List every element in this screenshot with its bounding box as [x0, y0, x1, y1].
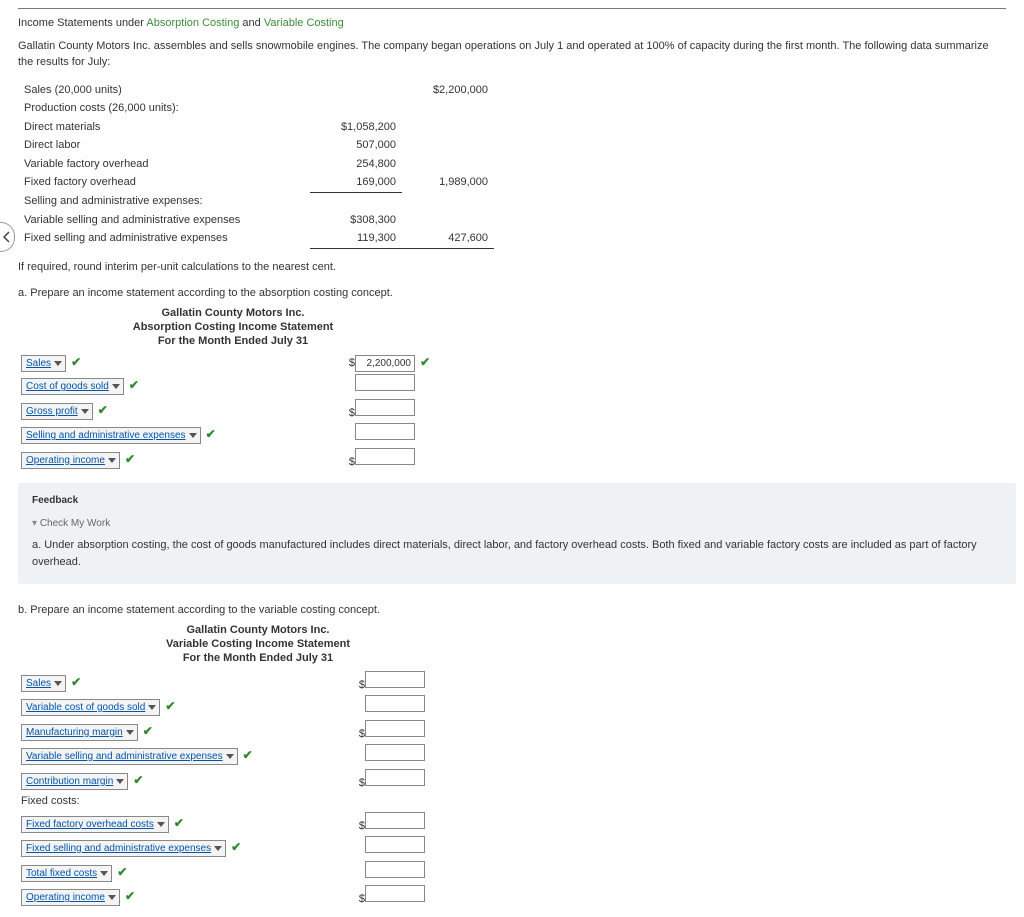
input-fsae-b[interactable] — [365, 836, 425, 853]
check-my-work[interactable]: Check My Work — [32, 516, 1002, 531]
check-icon: ✔ — [69, 675, 81, 689]
dd-oi-a[interactable]: Operating income — [21, 452, 120, 469]
dd-sales-b[interactable]: Sales — [21, 675, 66, 692]
dd-tfc[interactable]: Total fixed costs — [21, 865, 112, 882]
feedback-text: a. Under absorption costing, the cost of… — [32, 537, 1002, 570]
check-icon: ✔ — [127, 378, 139, 392]
dd-vcgs[interactable]: Variable cost of goods sold — [21, 699, 160, 716]
check-icon: ✔ — [241, 748, 253, 762]
input-cogs[interactable] — [355, 374, 415, 391]
part-b-letter: b. — [18, 604, 27, 616]
input-sae[interactable] — [355, 423, 415, 440]
dd-fsae-b[interactable]: Fixed selling and administrative expense… — [21, 840, 226, 857]
check-icon: ✔ — [204, 427, 216, 441]
check-icon: ✔ — [141, 724, 153, 738]
dd-sales-a[interactable]: Sales — [21, 355, 66, 372]
dd-mm[interactable]: Manufacturing margin — [21, 724, 138, 741]
input-gp[interactable] — [355, 399, 415, 416]
prev-arrow[interactable] — [0, 222, 15, 252]
check-icon: ✔ — [229, 840, 241, 854]
dd-cogs[interactable]: Cost of goods sold — [21, 378, 124, 395]
check-icon: ✔ — [123, 452, 135, 466]
rounding-note: If required, round interim per-unit calc… — [18, 259, 1006, 276]
check-icon: ✔ — [131, 773, 143, 787]
dd-oi-b[interactable]: Operating income — [21, 889, 120, 906]
check-icon: ✔ — [172, 816, 184, 830]
stmt-b-heading: Gallatin County Motors Inc. Variable Cos… — [18, 623, 498, 666]
input-sales-a[interactable]: 2,200,000 — [355, 355, 415, 372]
page-title: Income Statements under Absorption Costi… — [18, 15, 1006, 32]
input-oi-b[interactable] — [365, 885, 425, 902]
dd-gp[interactable]: Gross profit — [21, 403, 93, 420]
input-ffo[interactable] — [365, 812, 425, 829]
input-tfc[interactable] — [365, 861, 425, 878]
input-cm[interactable] — [365, 769, 425, 786]
check-icon: ✔ — [115, 865, 127, 879]
facts-table: Sales (20,000 units)$2,200,000 Productio… — [18, 81, 494, 249]
intro-text: Gallatin County Motors Inc. assembles an… — [18, 38, 1006, 71]
input-sales-b[interactable] — [365, 671, 425, 688]
stmt-a-heading: Gallatin County Motors Inc. Absorption C… — [18, 306, 448, 349]
check-icon: ✔ — [418, 355, 430, 369]
input-vsae[interactable] — [365, 744, 425, 761]
dd-ffo[interactable]: Fixed factory overhead costs — [21, 816, 169, 833]
part-a-letter: a. — [18, 287, 27, 299]
check-icon: ✔ — [96, 403, 108, 417]
dd-cm[interactable]: Contribution margin — [21, 773, 128, 790]
input-oi-a[interactable] — [355, 448, 415, 465]
input-vcgs[interactable] — [365, 695, 425, 712]
feedback-panel: Feedback Check My Work a. Under absorpti… — [18, 483, 1016, 584]
check-icon: ✔ — [163, 699, 175, 713]
part-b-prompt: Prepare an income statement according to… — [30, 604, 380, 616]
dd-vsae[interactable]: Variable selling and administrative expe… — [21, 748, 238, 765]
check-icon: ✔ — [123, 889, 135, 903]
dd-sae[interactable]: Selling and administrative expenses — [21, 427, 201, 444]
fixed-costs-label: Fixed costs: — [18, 792, 354, 811]
check-icon: ✔ — [69, 355, 81, 369]
input-mm[interactable] — [365, 720, 425, 737]
